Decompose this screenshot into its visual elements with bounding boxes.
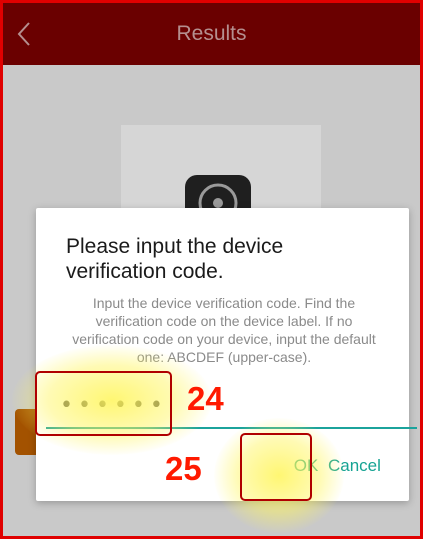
page-title: Results <box>176 22 247 45</box>
ok-button[interactable]: OK <box>286 448 326 484</box>
verification-dialog: Please input the device verification cod… <box>36 208 417 501</box>
dialog-message: Input the device verification code. Find… <box>72 295 376 365</box>
phone-screen: Results Please input the device verifica… <box>0 0 423 539</box>
chevron-left-icon <box>17 22 30 46</box>
cancel-button[interactable]: Cancel <box>322 448 386 484</box>
verification-code-input[interactable] <box>46 383 417 429</box>
back-button[interactable] <box>9 15 39 53</box>
dialog-title: Please input the device verification cod… <box>66 235 284 283</box>
app-bar: Results <box>3 3 420 65</box>
